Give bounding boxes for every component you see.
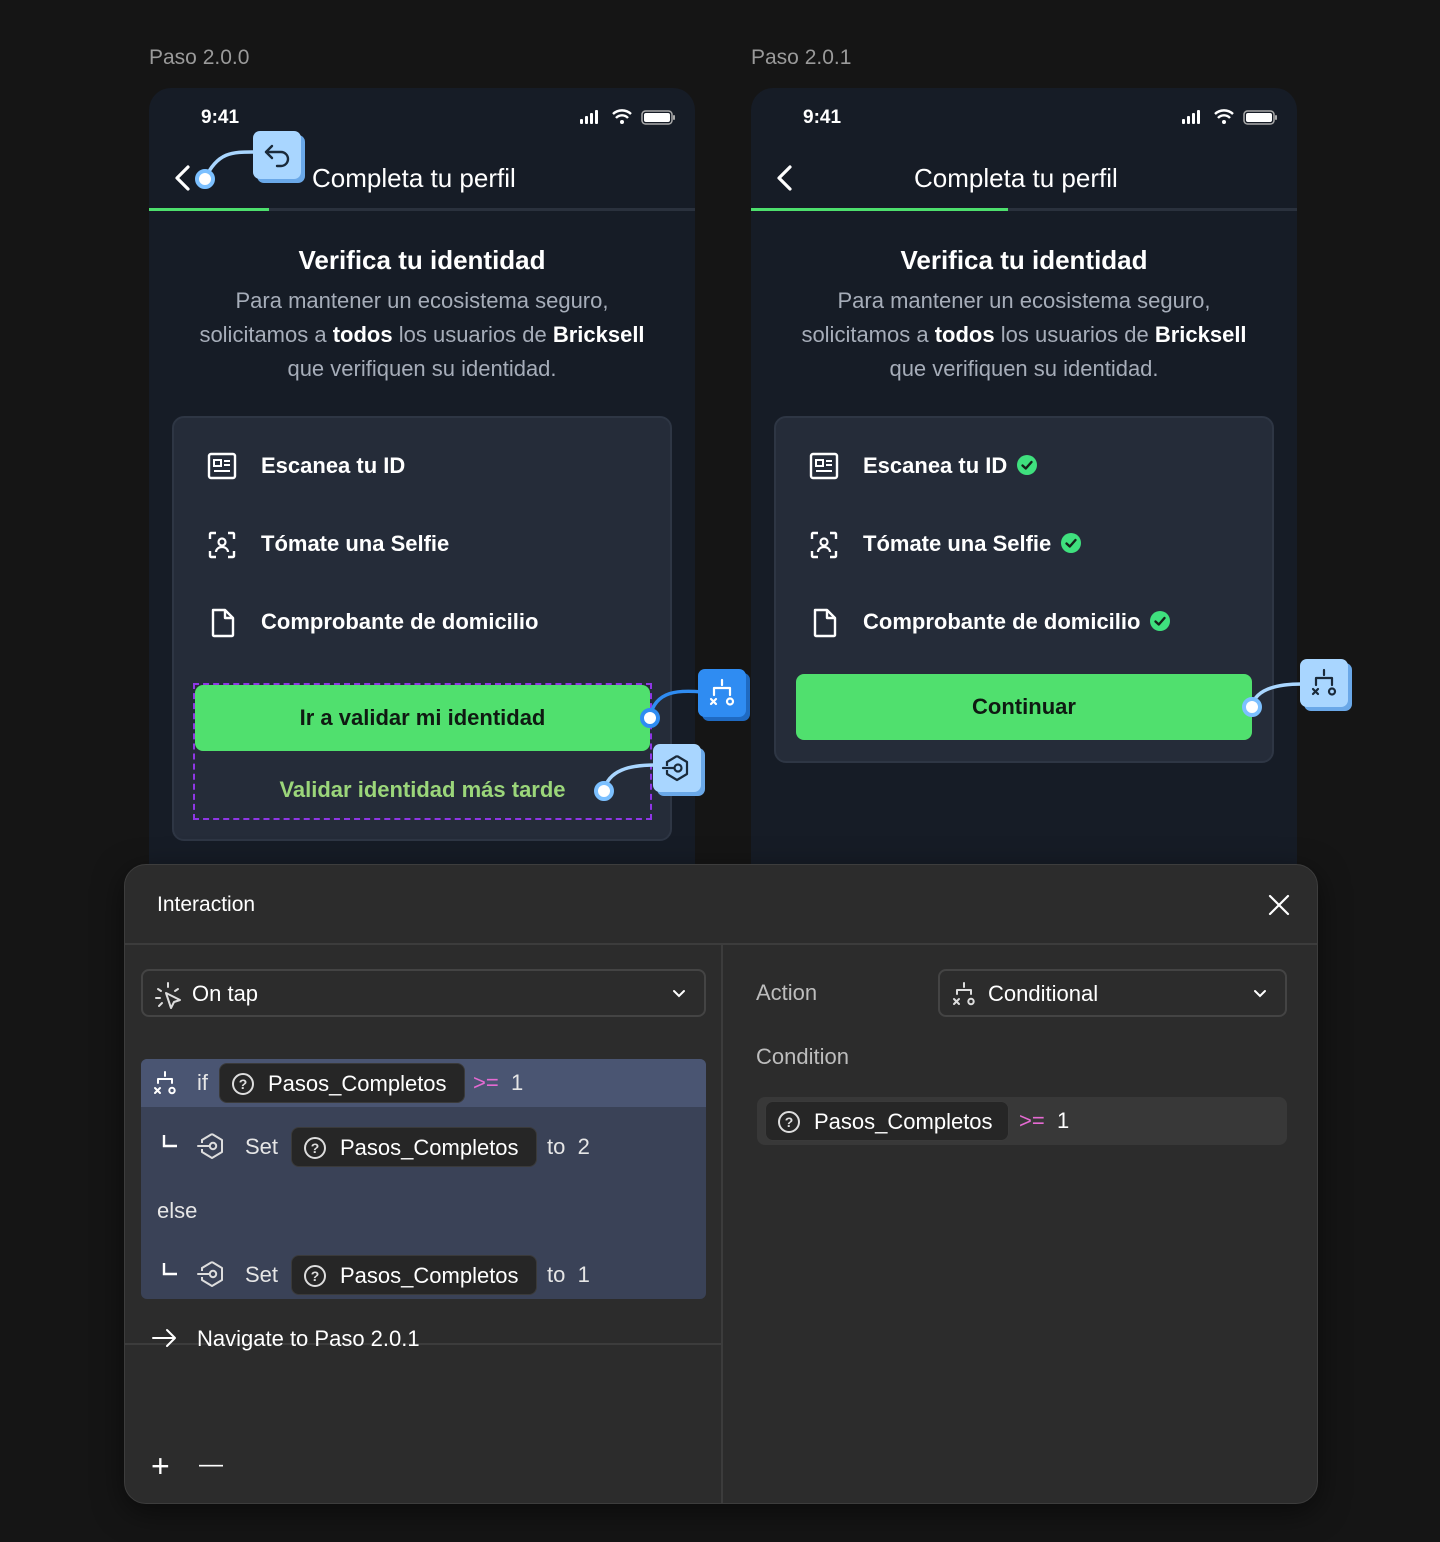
else-keyword: else [157, 1198, 198, 1223]
variable-chip[interactable]: ? Pasos_Completos [219, 1063, 465, 1103]
undo-arrow-icon [264, 144, 290, 168]
conditional-branch-icon [154, 1071, 176, 1095]
set-value: to 2 [547, 1134, 590, 1159]
primary-connection-handle[interactable] [640, 708, 660, 728]
navigate-action[interactable]: Navigate to Paso 2.0.1 [197, 1326, 420, 1352]
add-interaction-button[interactable]: + [151, 1448, 170, 1485]
variable-name: Pasos_Completos [340, 1135, 519, 1160]
conditional-branch-icon [953, 982, 975, 1006]
remove-interaction-button[interactable]: — [199, 1451, 223, 1479]
conditional-branch-icon [709, 678, 735, 706]
set-keyword: Set [245, 1134, 279, 1159]
help-circle-icon: ? [304, 1137, 326, 1159]
set-keyword: Set [245, 1262, 279, 1287]
help-circle-icon: ? [778, 1111, 800, 1133]
condition-expression: >= 1 [1019, 1108, 1070, 1133]
chevron-down-icon [673, 990, 685, 998]
arrow-right-icon [152, 1329, 176, 1347]
branch-corner-icon [162, 1135, 177, 1148]
conditional-logic-block[interactable]: if ? Pasos_Completos >= 1 Set ? Pasos_Co… [141, 1059, 706, 1299]
set-variable-icon [197, 1261, 223, 1287]
set-value: to 1 [547, 1262, 590, 1287]
help-circle-icon: ? [304, 1265, 326, 1287]
variable-name: Pasos_Completos [268, 1071, 447, 1096]
variable-chip[interactable]: ? Pasos_Completos [765, 1101, 1009, 1141]
set-variable-icon [661, 755, 689, 782]
back-connection-handle[interactable] [195, 169, 215, 189]
condition-label: Condition [756, 1044, 849, 1069]
panel-title: Interaction [157, 893, 256, 916]
variable-chip[interactable]: ? Pasos_Completos [291, 1127, 537, 1167]
conditional-action-node[interactable] [1300, 659, 1348, 707]
trigger-label: On tap [192, 981, 259, 1006]
action-label: Action [756, 980, 818, 1005]
prototype-connection-wires [203, 150, 1303, 792]
back-action-node[interactable] [253, 131, 301, 179]
set-variable-icon [197, 1133, 223, 1159]
secondary-connection-handle[interactable] [594, 781, 614, 801]
if-keyword: if [197, 1070, 208, 1095]
divider [721, 945, 723, 1503]
trigger-select[interactable]: On tap [141, 969, 706, 1017]
close-icon[interactable] [1267, 893, 1291, 917]
action-value: Conditional [988, 981, 1099, 1006]
conditional-branch-icon [1311, 668, 1337, 696]
variable-chip[interactable]: ? Pasos_Completos [291, 1255, 537, 1295]
help-circle-icon: ? [232, 1073, 254, 1095]
variable-name: Pasos_Completos [814, 1109, 993, 1134]
tap-gesture-icon [155, 982, 181, 1009]
variable-name: Pasos_Completos [340, 1263, 519, 1288]
condition-field[interactable]: ? Pasos_Completos >= 1 [757, 1097, 1287, 1145]
branch-corner-icon [162, 1263, 177, 1276]
continue-connection-handle[interactable] [1242, 697, 1262, 717]
action-select[interactable]: Conditional [938, 969, 1287, 1017]
conditional-action-node[interactable] [698, 669, 746, 717]
chevron-down-icon [1254, 990, 1266, 998]
set-variable-action-node[interactable] [653, 744, 701, 792]
interaction-panel: Interaction On tap if ? Pasos_Completos … [124, 864, 1318, 1504]
if-condition: >= 1 [473, 1070, 524, 1095]
